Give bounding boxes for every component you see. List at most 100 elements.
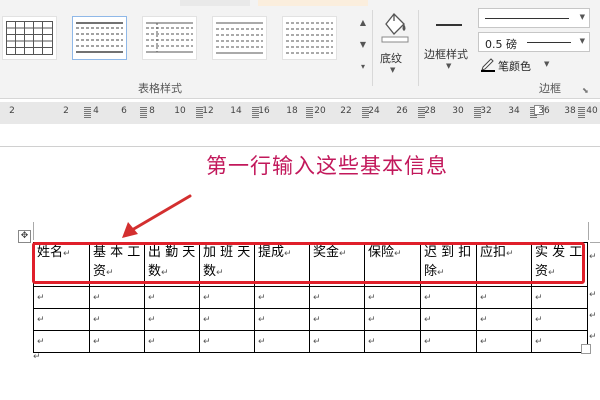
table-cell[interactable]: 出 勤 天数↵ bbox=[144, 242, 200, 287]
paragraph-mark: ↵ bbox=[535, 293, 543, 303]
table-cell[interactable]: 应扣↵ bbox=[476, 242, 532, 287]
line-weight-select[interactable]: 0.5 磅 ▼ bbox=[478, 32, 590, 52]
table-cell[interactable]: ↵ bbox=[364, 286, 421, 309]
paragraph-mark: ↵ bbox=[93, 293, 101, 303]
table-cell[interactable]: 基 本 工资↵ bbox=[89, 242, 145, 287]
paragraph-mark: ↵ bbox=[313, 293, 321, 303]
table-cell[interactable]: ↵ bbox=[89, 286, 145, 309]
table-cell[interactable]: 保险↵ bbox=[364, 242, 421, 287]
table-cell[interactable]: ↵ bbox=[420, 308, 477, 331]
table-cell[interactable]: 提成↵ bbox=[254, 242, 310, 287]
table-cell[interactable]: 迟 到 扣除↵ bbox=[420, 242, 477, 287]
pen-color-label: 笔颜色 bbox=[498, 60, 531, 73]
line-style-preview bbox=[485, 18, 569, 19]
table-cell[interactable]: ↵ bbox=[309, 330, 365, 353]
paragraph-mark: ↵ bbox=[33, 352, 41, 362]
gallery-more-icon[interactable]: ▾ bbox=[356, 58, 370, 76]
table-style-grid[interactable] bbox=[2, 16, 57, 60]
table-style-plain-1[interactable] bbox=[72, 16, 127, 60]
table-cell[interactable]: ↵ bbox=[531, 308, 588, 331]
table-cell[interactable]: ↵ bbox=[144, 286, 200, 309]
table-cell[interactable]: ↵ bbox=[420, 330, 477, 353]
table-style-plain-3[interactable] bbox=[212, 16, 267, 60]
pen-color-button[interactable]: 笔颜色 ▼ bbox=[480, 56, 590, 74]
table-cell[interactable]: ↵ bbox=[89, 308, 145, 331]
crop-mark bbox=[590, 242, 600, 243]
crop-mark bbox=[588, 222, 589, 240]
table-cell[interactable]: ↵ bbox=[199, 308, 255, 331]
table-move-handle-icon[interactable]: ✥ bbox=[18, 230, 31, 243]
table-cell[interactable]: ↵ bbox=[144, 308, 200, 331]
header-cell-text: 保险 bbox=[368, 245, 395, 260]
paragraph-mark: ↵ bbox=[216, 268, 224, 278]
header-cell-text: 奖金 bbox=[313, 245, 340, 260]
column-marker[interactable] bbox=[84, 107, 91, 118]
horizontal-ruler[interactable]: 2 2 4 6 8 10 12 14 16 18 20 22 24 26 28 … bbox=[0, 102, 600, 125]
ruler-tick: 28 bbox=[424, 106, 436, 116]
column-marker[interactable] bbox=[140, 107, 147, 118]
table-style-plain-4[interactable] bbox=[282, 16, 337, 60]
paragraph-mark: ↵ bbox=[203, 337, 211, 347]
paragraph-mark: ↵ bbox=[93, 337, 101, 347]
ruler-tick: 16 bbox=[258, 106, 270, 116]
row-end-mark: ↵ bbox=[589, 311, 597, 321]
line-style-select[interactable]: ▼ bbox=[478, 8, 590, 28]
border-styles-label: 边框样式 bbox=[424, 48, 468, 61]
shading-caret-icon: ▼ bbox=[390, 66, 396, 74]
table-cell[interactable]: ↵ bbox=[476, 286, 532, 309]
paragraph-mark: ↵ bbox=[313, 337, 321, 347]
dialog-launcher-icon[interactable]: ⬊ bbox=[582, 86, 589, 95]
table-cell[interactable]: ↵ bbox=[364, 330, 421, 353]
table-cell[interactable]: 姓名↵ bbox=[33, 242, 90, 287]
gallery-down-icon[interactable]: ▼ bbox=[356, 36, 370, 54]
table-cell[interactable]: ↵ bbox=[254, 330, 310, 353]
table-cell[interactable]: ↵ bbox=[420, 286, 477, 309]
table-cell[interactable]: ↵ bbox=[199, 330, 255, 353]
border-styles-caret-icon: ▼ bbox=[446, 62, 452, 70]
paragraph-mark: ↵ bbox=[424, 293, 432, 303]
ruler-tick: 38 bbox=[564, 106, 576, 116]
table-style-plain-2[interactable] bbox=[142, 16, 197, 60]
pen-color-bar bbox=[481, 70, 495, 72]
table-cell[interactable]: ↵ bbox=[309, 286, 365, 309]
shading-button[interactable]: 底纹 ▼ bbox=[376, 10, 414, 76]
table-cell[interactable]: ↵ bbox=[254, 308, 310, 331]
paragraph-mark: ↵ bbox=[148, 337, 156, 347]
table-cell[interactable]: 加 班 天数↵ bbox=[199, 242, 255, 287]
border-styles-button[interactable]: 边框样式 ▼ bbox=[424, 10, 476, 76]
table-cell[interactable]: ↵ bbox=[144, 330, 200, 353]
table-cell[interactable]: ↵ bbox=[531, 330, 588, 353]
table-cell[interactable]: ↵ bbox=[33, 330, 90, 353]
group-separator bbox=[372, 10, 373, 86]
table-cell[interactable]: ↵ bbox=[89, 330, 145, 353]
table-cell[interactable]: ↵ bbox=[531, 286, 588, 309]
ruler-tick: 18 bbox=[286, 106, 298, 116]
column-marker[interactable] bbox=[578, 107, 585, 118]
table-cell[interactable]: 实 发 工资↵ bbox=[531, 242, 588, 287]
table-cell[interactable]: ↵ bbox=[476, 308, 532, 331]
table-cell[interactable]: ↵ bbox=[309, 308, 365, 331]
column-marker[interactable] bbox=[306, 107, 313, 118]
ruler-tick: 22 bbox=[340, 106, 352, 116]
paragraph-mark: ↵ bbox=[480, 293, 488, 303]
table-cell[interactable]: ↵ bbox=[199, 286, 255, 309]
table-cell[interactable]: ↵ bbox=[476, 330, 532, 353]
gallery-up-icon[interactable]: ▲ bbox=[356, 14, 370, 32]
table-cell[interactable]: ↵ bbox=[33, 286, 90, 309]
ruler-tick: 6 bbox=[121, 106, 127, 116]
table-cell[interactable]: ↵ bbox=[33, 308, 90, 331]
table-resize-handle[interactable] bbox=[581, 344, 591, 354]
paragraph-mark: ↵ bbox=[535, 337, 543, 347]
table-cell[interactable]: ↵ bbox=[254, 286, 310, 309]
ruler-tick: 2 bbox=[9, 106, 15, 116]
paragraph-mark: ↵ bbox=[37, 315, 45, 325]
table-cell[interactable]: 奖金↵ bbox=[309, 242, 365, 287]
paragraph-mark: ↵ bbox=[148, 293, 156, 303]
ribbon: ▲ ▼ ▾ 表格样式 底纹 ▼ 边框样式 ▼ ▼ 0.5 磅 ▼ 笔颜色 ▼ 边… bbox=[0, 0, 600, 99]
paragraph-mark: ↵ bbox=[203, 315, 211, 325]
table-cell[interactable]: ↵ bbox=[364, 308, 421, 331]
table-row: ↵ ↵ ↵ ↵ ↵ ↵ ↵ ↵ ↵ ↵ bbox=[33, 308, 588, 331]
paragraph-mark: ↵ bbox=[506, 249, 514, 259]
row-end-mark: ↵ bbox=[589, 332, 597, 342]
line-weight-caret-icon: ▼ bbox=[579, 37, 585, 45]
